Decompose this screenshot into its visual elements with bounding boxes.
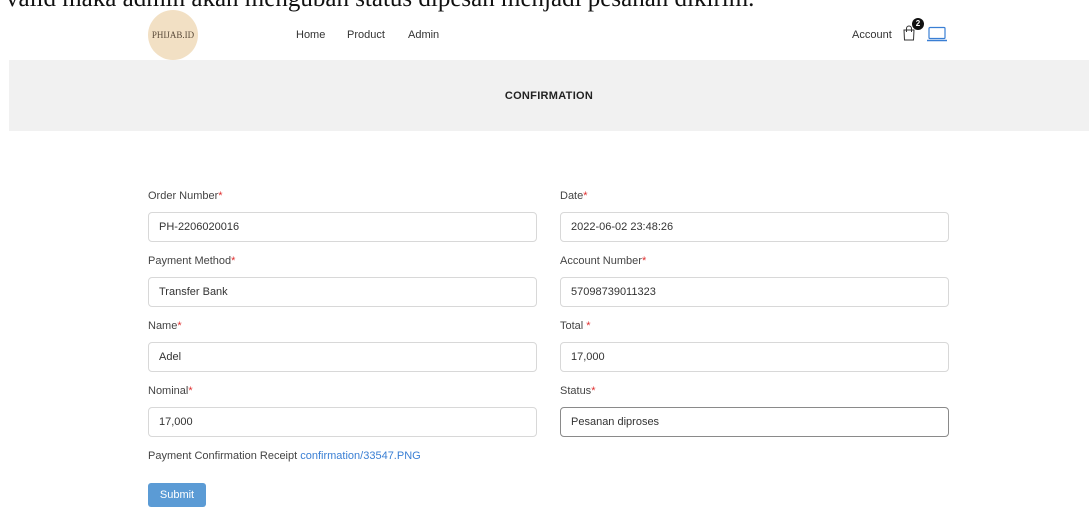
nav-product-link[interactable]: Product (347, 29, 385, 41)
nav-admin-link[interactable]: Admin (408, 29, 439, 41)
receipt-file-link[interactable]: confirmation/33547.PNG (300, 450, 420, 462)
status-select[interactable]: Pesanan diproses (560, 407, 949, 437)
required-marker: * (641, 255, 647, 267)
date-label: Date* (560, 190, 588, 202)
nominal-label: Nominal* (148, 385, 193, 397)
required-marker: * (583, 190, 588, 202)
nav-home-link[interactable]: Home (296, 29, 325, 41)
nominal-field[interactable] (148, 407, 537, 437)
receipt-label: Payment Confirmation Receipt (148, 450, 298, 462)
submit-button[interactable]: Submit (148, 483, 206, 507)
name-field[interactable] (148, 342, 537, 372)
page-title: CONFIRMATION (504, 89, 594, 102)
order-number-field[interactable] (148, 212, 537, 242)
payment-receipt-row: Payment Confirmation Receipt confirmatio… (148, 450, 421, 462)
date-field[interactable] (560, 212, 949, 242)
payment-method-field[interactable] (148, 277, 537, 307)
required-marker: * (231, 255, 236, 267)
cart-count-badge: 2 (912, 18, 924, 30)
required-marker: * (218, 190, 223, 202)
required-marker: * (586, 320, 591, 332)
navbar: PHIJAB.ID Home Product Admin Account 2 (0, 0, 1089, 60)
required-marker: * (591, 385, 596, 397)
account-number-field[interactable] (560, 277, 949, 307)
logo[interactable]: PHIJAB.ID (148, 10, 198, 60)
order-number-label: Order Number* (148, 190, 223, 202)
total-label: Total * (560, 320, 591, 332)
total-field[interactable] (560, 342, 949, 372)
page-banner: CONFIRMATION (9, 60, 1089, 131)
status-label: Status* (560, 385, 596, 397)
required-marker: * (177, 320, 182, 332)
name-label: Name* (148, 320, 182, 332)
nav-account-link[interactable]: Account (852, 29, 892, 41)
laptop-icon[interactable] (926, 26, 948, 42)
payment-method-label: Payment Method* (148, 255, 236, 267)
account-number-label: Account Number* (560, 255, 647, 267)
required-marker: * (188, 385, 193, 397)
